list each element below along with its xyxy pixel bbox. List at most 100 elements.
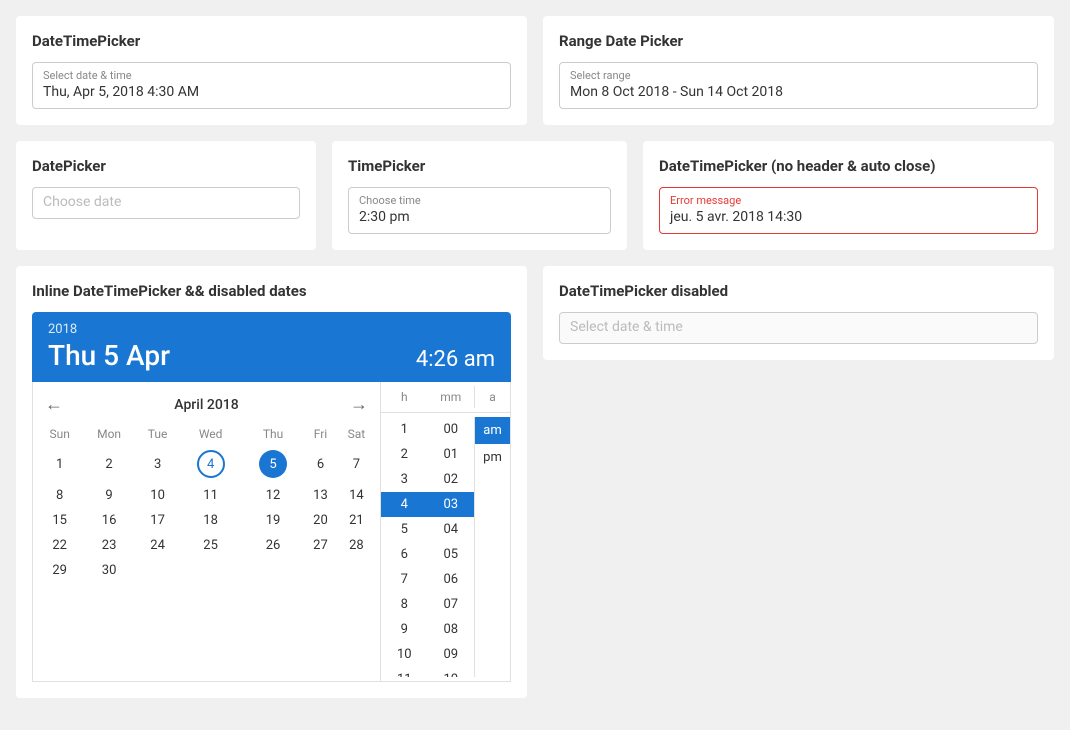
rangedatepicker-field[interactable]: Select range Mon 8 Oct 2018 - Sun 14 Oct… [559, 62, 1038, 109]
datepicker-title: DatePicker [32, 157, 300, 175]
next-month-button[interactable]: → [350, 394, 368, 415]
calendar-day[interactable]: 13 [304, 483, 337, 508]
inline-datetimepicker-card: Inline DateTimePicker && disabled dates … [16, 266, 527, 698]
calendar-week-row: 22232425262728 [37, 533, 376, 558]
minute-value[interactable]: 05 [428, 542, 475, 567]
datetimepicker-field[interactable]: Select date & time Thu, Apr 5, 2018 4:30… [32, 62, 511, 109]
hour-value[interactable]: 5 [381, 517, 428, 542]
datetimepicker-card: DateTimePicker Select date & time Thu, A… [16, 16, 527, 125]
calendar-day[interactable]: 18 [179, 508, 241, 533]
hour-value[interactable]: 11 [381, 667, 428, 677]
ampm-column: ampm [474, 417, 510, 677]
calendar-day[interactable]: 2 [82, 445, 135, 483]
day-of-week-header: Wed [179, 423, 241, 445]
calendar-day[interactable]: 12 [242, 483, 304, 508]
calendar-day[interactable]: 21 [337, 508, 376, 533]
calendar-date-time-row: Thu 5 Apr 4:26 am [48, 339, 495, 372]
calendar-day[interactable]: 26 [242, 533, 304, 558]
calendar-day[interactable]: 6 [304, 445, 337, 483]
error-label: Error message [670, 194, 1027, 207]
minute-value[interactable]: 07 [428, 592, 475, 617]
calendar-day[interactable]: 4 [179, 445, 241, 483]
minute-value[interactable]: 04 [428, 517, 475, 542]
calendar-day[interactable]: 19 [242, 508, 304, 533]
calendar-day[interactable]: 20 [304, 508, 337, 533]
time-picker-panel: h mm a 1234567891011 0001020304050607080… [380, 382, 510, 681]
calendar-grid-area: ← April 2018 → SunMonTueWedThuFriSat 123… [33, 382, 380, 681]
datepicker-placeholder: Choose date [43, 194, 289, 210]
timepicker-field[interactable]: Choose time 2:30 pm [348, 187, 611, 234]
datepicker-card: DatePicker Choose date [16, 141, 316, 250]
am-option[interactable]: am [475, 417, 510, 444]
calendar-day[interactable]: 11 [179, 483, 241, 508]
minutes-column: 0001020304050607080910 [428, 417, 475, 677]
minute-value[interactable]: 01 [428, 442, 475, 467]
calendar-day[interactable]: 10 [136, 483, 180, 508]
pm-option[interactable]: pm [475, 444, 510, 471]
calendar-day[interactable]: 24 [136, 533, 180, 558]
inline-datetimepicker-title: Inline DateTimePicker && disabled dates [32, 282, 511, 300]
calendar-day[interactable]: 27 [304, 533, 337, 558]
calendar-day[interactable]: 9 [82, 483, 135, 508]
calendar-week-row: 1234567 [37, 445, 376, 483]
hour-value[interactable]: 9 [381, 617, 428, 642]
datetimepicker-noheader-title: DateTimePicker (no header & auto close) [659, 157, 1038, 175]
timepicker-card: TimePicker Choose time 2:30 pm [332, 141, 627, 250]
datepicker-field[interactable]: Choose date [32, 187, 300, 219]
calendar-time-big: 4:26 am [416, 347, 495, 372]
calendar-header: 2018 Thu 5 Apr 4:26 am [32, 312, 511, 382]
calendar-dates-body: 1234567891011121314151617181920212223242… [37, 445, 376, 583]
calendar-day[interactable]: 25 [179, 533, 241, 558]
calendar-day[interactable]: 22 [37, 533, 82, 558]
calendar-nav: ← April 2018 → [37, 390, 376, 419]
hour-value[interactable]: 4 [381, 492, 428, 517]
calendar-day[interactable]: 3 [136, 445, 180, 483]
calendar-day[interactable]: 16 [82, 508, 135, 533]
datetimepicker-label: Select date & time [43, 69, 500, 82]
time-header: h mm a [381, 386, 510, 413]
calendar-day[interactable]: 28 [337, 533, 376, 558]
calendar-day[interactable]: 14 [337, 483, 376, 508]
calendar-week-row: 891011121314 [37, 483, 376, 508]
hour-value[interactable]: 1 [381, 417, 428, 442]
hour-value[interactable]: 8 [381, 592, 428, 617]
day-of-week-header: Tue [136, 423, 180, 445]
month-label: April 2018 [174, 397, 238, 413]
minute-value[interactable]: 10 [428, 667, 475, 677]
calendar-day[interactable]: 15 [37, 508, 82, 533]
hour-value[interactable]: 7 [381, 567, 428, 592]
calendar-day[interactable]: 8 [37, 483, 82, 508]
minute-value[interactable]: 09 [428, 642, 475, 667]
rangedatepicker-title: Range Date Picker [559, 32, 1038, 50]
calendar-week-row: 15161718192021 [37, 508, 376, 533]
hour-value[interactable]: 3 [381, 467, 428, 492]
datetimepicker-noheader-value: jeu. 5 avr. 2018 14:30 [670, 209, 1027, 225]
calendar-day[interactable]: 5 [242, 445, 304, 483]
hour-value[interactable]: 6 [381, 542, 428, 567]
rangedatepicker-label: Select range [570, 69, 1027, 82]
datetimepicker-disabled-placeholder: Select date & time [570, 319, 1027, 335]
ampm-col-label: a [474, 386, 510, 408]
days-of-week-row: SunMonTueWedThuFriSat [37, 423, 376, 445]
hour-value[interactable]: 2 [381, 442, 428, 467]
minute-value[interactable]: 02 [428, 467, 475, 492]
time-scroll-area[interactable]: 1234567891011 0001020304050607080910 amp… [381, 417, 510, 677]
calendar-day [304, 558, 337, 583]
day-of-week-header: Mon [82, 423, 135, 445]
calendar-day[interactable]: 17 [136, 508, 180, 533]
calendar-day[interactable]: 7 [337, 445, 376, 483]
datetimepicker-value: Thu, Apr 5, 2018 4:30 AM [43, 84, 500, 100]
hour-value[interactable]: 10 [381, 642, 428, 667]
minute-value[interactable]: 00 [428, 417, 475, 442]
minute-value[interactable]: 03 [428, 492, 475, 517]
calendar-year: 2018 [48, 322, 495, 337]
day-of-week-header: Fri [304, 423, 337, 445]
minute-value[interactable]: 06 [428, 567, 475, 592]
minute-value[interactable]: 08 [428, 617, 475, 642]
calendar-day[interactable]: 1 [37, 445, 82, 483]
prev-month-button[interactable]: ← [45, 394, 63, 415]
calendar-day[interactable]: 30 [82, 558, 135, 583]
datetimepicker-noheader-field[interactable]: Error message jeu. 5 avr. 2018 14:30 [659, 187, 1038, 234]
calendar-day[interactable]: 29 [37, 558, 82, 583]
calendar-day[interactable]: 23 [82, 533, 135, 558]
